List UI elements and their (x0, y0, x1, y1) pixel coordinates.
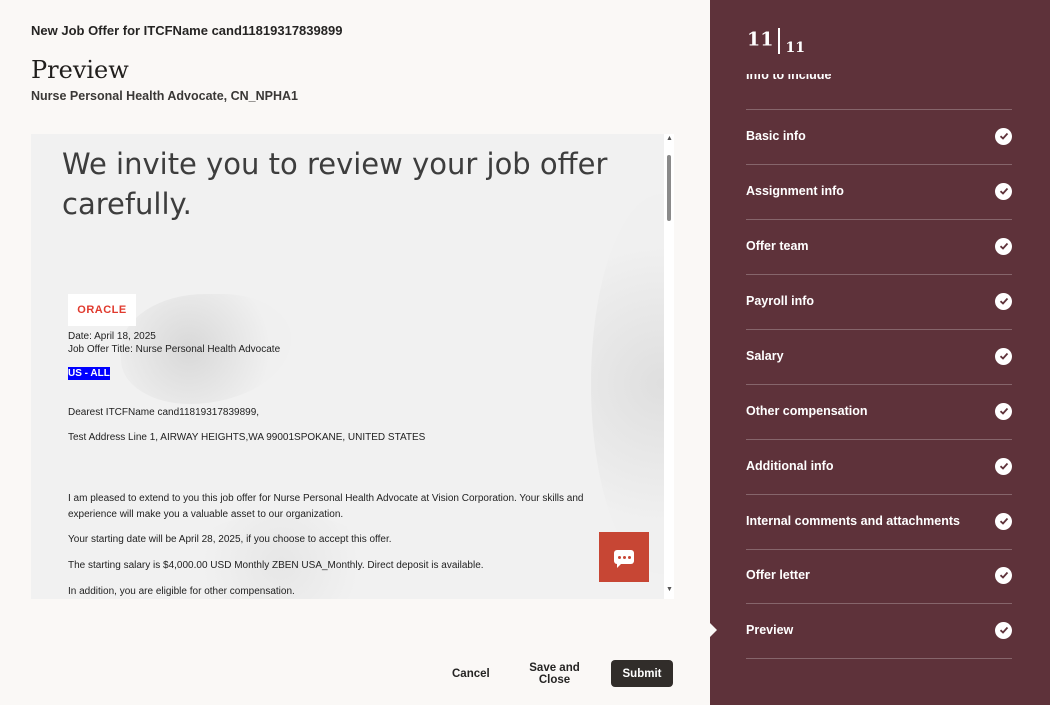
counter-divider (778, 28, 781, 54)
step-divider (746, 329, 1012, 330)
preview-scrollbar[interactable]: ▲ ▼ (664, 134, 674, 599)
check-circle-icon (995, 566, 1012, 584)
save-and-close-button[interactable]: Save and Close (517, 660, 592, 687)
step-item-other-compensation[interactable]: Other compensation (746, 396, 1012, 426)
step-divider (746, 274, 1012, 275)
step-label: Info to include (746, 74, 832, 82)
step-item-internal-comments[interactable]: Internal comments and attachments (746, 506, 1012, 536)
step-divider (746, 439, 1012, 440)
scroll-thumb[interactable] (667, 155, 671, 221)
step-label: Offer letter (746, 568, 810, 582)
step-item-basic-info[interactable]: Basic info (746, 121, 1012, 151)
preview-content: We invite you to review your job offer c… (31, 134, 664, 599)
step-divider (746, 658, 1012, 659)
step-item-preview[interactable]: Preview (746, 615, 1012, 645)
letter-heading: We invite you to review your job offer c… (62, 147, 608, 221)
submit-button[interactable]: Submit (611, 660, 673, 687)
step-divider (746, 603, 1012, 604)
scroll-up-arrow-icon[interactable]: ▲ (666, 135, 673, 142)
step-item-info-to-include[interactable]: Info to include (746, 74, 831, 85)
offer-letter-preview[interactable]: We invite you to review your job offer c… (31, 134, 674, 599)
step-divider (746, 494, 1012, 495)
check-circle-icon (995, 621, 1012, 639)
check-circle-icon (995, 457, 1012, 475)
step-item-salary[interactable]: Salary (746, 341, 1012, 371)
step-label: Salary (746, 349, 784, 363)
letter-paragraph: In addition, you are eligible for other … (68, 586, 295, 597)
chat-button[interactable] (599, 532, 649, 582)
check-circle-icon (995, 237, 1012, 255)
letter-job-title: Job Offer Title: Nurse Personal Health A… (68, 344, 281, 355)
logo-text: ORACLE (77, 304, 127, 316)
step-label: Assignment info (746, 184, 844, 198)
letter-paragraph: I am pleased to extend to you this job o… (68, 493, 584, 520)
steps-sidebar: 11 11 Info to include Basic info Assignme… (710, 0, 1050, 705)
step-item-offer-letter[interactable]: Offer letter (746, 560, 1012, 590)
cancel-button[interactable]: Cancel (452, 660, 490, 687)
step-item-assignment-info[interactable]: Assignment info (746, 176, 1012, 206)
scroll-down-arrow-icon[interactable]: ▼ (666, 586, 673, 593)
oracle-logo: ORACLE (68, 294, 136, 326)
step-counter: 11 11 (747, 28, 805, 56)
check-circle-icon (995, 127, 1012, 145)
page-title: Preview (31, 56, 129, 84)
step-label: Internal comments and attachments (746, 514, 960, 528)
check-circle-icon (995, 182, 1012, 200)
step-divider (746, 164, 1012, 165)
main-panel: New Job Offer for ITCFName cand118193178… (0, 0, 710, 705)
step-label: Offer team (746, 239, 809, 253)
letter-date: Date: April 18, 2025 (68, 331, 156, 342)
letter-salutation: Dearest ITCFName cand11819317839899, (68, 407, 260, 418)
page-header-title: New Job Offer for ITCFName cand118193178… (31, 23, 343, 38)
letter-paragraph: The starting salary is $4,000.00 USD Mon… (68, 560, 484, 571)
step-item-additional-info[interactable]: Additional info (746, 451, 1012, 481)
step-label: Other compensation (746, 404, 868, 418)
step-label: Payroll info (746, 294, 815, 308)
page-subtitle: Nurse Personal Health Advocate, CN_NPHA1 (31, 89, 298, 103)
step-item-payroll-info[interactable]: Payroll info (746, 286, 1012, 316)
check-circle-icon (995, 347, 1012, 365)
step-divider (746, 219, 1012, 220)
step-divider (746, 549, 1012, 550)
step-label: Additional info (746, 459, 834, 473)
current-step-number: 11 (747, 28, 774, 51)
letter-region-highlight: US - ALL (68, 367, 110, 380)
current-step-marker (710, 623, 717, 637)
letter-address: Test Address Line 1, AIRWAY HEIGHTS,WA 9… (68, 432, 426, 443)
step-label: Preview (746, 623, 794, 637)
region-highlight-text: US - ALL (68, 367, 110, 380)
step-divider (746, 384, 1012, 385)
step-item-offer-team[interactable]: Offer team (746, 231, 1012, 261)
chat-bubble-icon (614, 550, 634, 568)
step-divider (746, 109, 1012, 110)
letter-paragraph: Your starting date will be April 28, 202… (68, 534, 392, 545)
check-circle-icon (995, 402, 1012, 420)
total-steps-number: 11 (785, 39, 805, 56)
check-circle-icon (995, 292, 1012, 310)
check-circle-icon (995, 512, 1012, 530)
step-label: Basic info (746, 129, 806, 143)
